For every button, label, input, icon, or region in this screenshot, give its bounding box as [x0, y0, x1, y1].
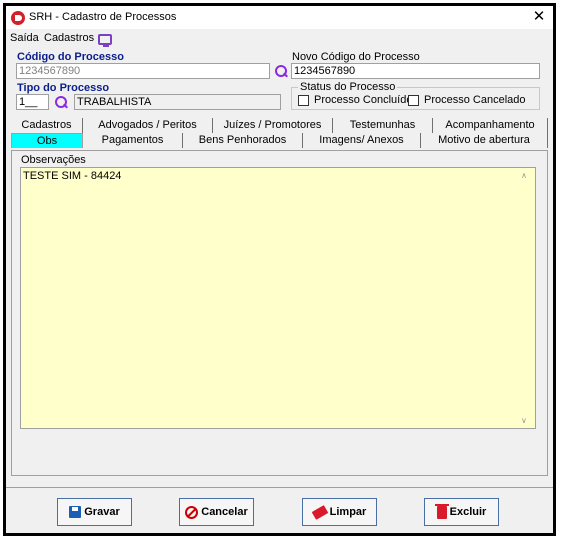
- tab-juizes-promotores[interactable]: Juízes / Promotores: [213, 118, 333, 133]
- eraser-icon: [311, 504, 328, 520]
- monitor-icon[interactable]: [98, 34, 112, 47]
- excluir-label: Excluir: [449, 506, 487, 518]
- tab-label: Bens Penhorados: [198, 134, 287, 146]
- cancelado-label: Processo Cancelado: [424, 94, 526, 106]
- tab-label: Pagamentos: [101, 134, 164, 146]
- gravar-label: Gravar: [84, 506, 120, 518]
- tipo-code-input[interactable]: 1__: [16, 94, 49, 110]
- search-icon[interactable]: [54, 95, 68, 109]
- tab-testemunhas[interactable]: Testemunhas: [333, 118, 433, 133]
- tab-advogados-peritos[interactable]: Advogados / Peritos: [83, 118, 213, 133]
- status-group: Status do Processo Processo Concluído Pr…: [291, 81, 540, 110]
- limpar-button[interactable]: Limpar: [302, 498, 377, 526]
- tab-label: Cadastros: [21, 119, 72, 131]
- obs-panel: Observações TESTE SIM - 84424 ∧ ∨: [11, 150, 548, 476]
- cancelar-label: Cancelar: [201, 506, 248, 518]
- app-logo-icon: [11, 11, 25, 25]
- tab-label: Advogados / Peritos: [98, 119, 197, 131]
- save-icon: [69, 506, 82, 518]
- scroll-down-icon[interactable]: ∨: [521, 416, 529, 425]
- tab-imagens-anexos[interactable]: Imagens/ Anexos: [303, 133, 421, 148]
- codigo-label: Código do Processo: [17, 51, 124, 63]
- obs-textarea[interactable]: TESTE SIM - 84424 ∧ ∨: [20, 167, 536, 429]
- codigo-input[interactable]: 1234567890: [16, 63, 270, 79]
- tab-acompanhamento[interactable]: Acompanhamento: [433, 118, 548, 133]
- obs-label: Observações: [21, 154, 86, 166]
- novo-codigo-input[interactable]: 1234567890: [291, 63, 540, 79]
- search-icon[interactable]: [274, 64, 288, 78]
- tab-label: Acompanhamento: [445, 119, 535, 131]
- tab-label: Motivo de abertura: [438, 134, 530, 146]
- close-button[interactable]: ✕: [529, 8, 549, 26]
- tipo-desc-field: TRABALHISTA: [74, 94, 281, 110]
- cancelar-button[interactable]: Cancelar: [179, 498, 254, 526]
- tab-pagamentos[interactable]: Pagamentos: [83, 133, 183, 148]
- tab-motivo-abertura[interactable]: Motivo de abertura: [421, 133, 548, 148]
- gravar-button[interactable]: Gravar: [57, 498, 132, 526]
- button-bar: Gravar Cancelar Limpar Excluir: [6, 487, 553, 533]
- status-group-title: Status do Processo: [298, 81, 398, 93]
- excluir-button[interactable]: Excluir: [424, 498, 499, 526]
- menu-saida[interactable]: Saída: [10, 32, 39, 44]
- scroll-up-icon[interactable]: ∧: [521, 171, 529, 180]
- obs-text: TESTE SIM - 84424: [23, 170, 122, 182]
- novo-codigo-label: Novo Código do Processo: [292, 51, 420, 63]
- limpar-label: Limpar: [329, 506, 367, 518]
- menu-cadastros[interactable]: Cadastros: [44, 32, 94, 44]
- cancel-icon: [185, 505, 199, 519]
- window-title: SRH - Cadastro de Processos: [29, 11, 177, 23]
- concluido-label: Processo Concluído: [314, 94, 413, 106]
- tipo-label: Tipo do Processo: [17, 82, 110, 94]
- title-bar: SRH - Cadastro de Processos ✕: [6, 6, 553, 29]
- tab-bens-penhorados[interactable]: Bens Penhorados: [183, 133, 303, 148]
- app-window: SRH - Cadastro de Processos ✕ Saída Cada…: [3, 3, 556, 536]
- tab-label: Imagens/ Anexos: [319, 134, 404, 146]
- tab-cadastros[interactable]: Cadastros: [11, 118, 83, 133]
- menu-bar: Saída Cadastros: [6, 29, 553, 47]
- tab-label: Testemunhas: [349, 119, 416, 131]
- cancelado-checkbox[interactable]: [408, 95, 419, 106]
- tab-label: Obs: [36, 135, 58, 147]
- tab-obs[interactable]: Obs: [11, 133, 83, 148]
- tab-label: Juízes / Promotores: [223, 119, 322, 131]
- trash-icon: [434, 503, 449, 519]
- concluido-checkbox[interactable]: [298, 95, 309, 106]
